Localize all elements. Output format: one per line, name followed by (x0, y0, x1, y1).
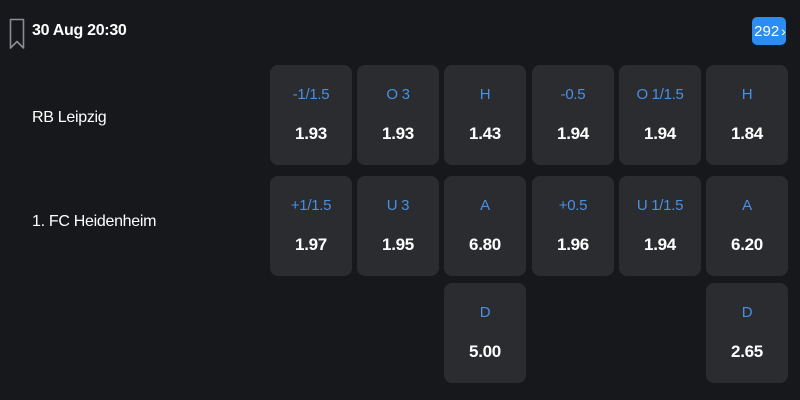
home-team-name: RB Leipzig (32, 109, 107, 126)
odds-value: 1.96 (557, 235, 589, 254)
odds-cell-under-total[interactable]: U 3 1.95 (357, 176, 439, 276)
more-markets-button[interactable]: 292 › (752, 17, 786, 45)
odds-cell-away-win-1h[interactable]: A 6.20 (706, 176, 788, 276)
odds-label: O 3 (386, 86, 410, 103)
bookmark-icon[interactable] (9, 18, 25, 50)
odds-label: -0.5 (560, 86, 586, 103)
odds-value: 1.94 (644, 124, 676, 143)
odds-label: A (480, 197, 490, 214)
odds-cell-away-win[interactable]: A 6.80 (444, 176, 526, 276)
odds-cell-home-win[interactable]: H 1.43 (444, 65, 526, 165)
odds-cell-draw[interactable]: D 5.00 (444, 283, 526, 383)
odds-value: 6.80 (469, 235, 501, 254)
odds-label: +1/1.5 (290, 197, 332, 214)
odds-label: U 3 (386, 197, 410, 214)
odds-cell-over-total[interactable]: O 3 1.93 (357, 65, 439, 165)
odds-value: 6.20 (731, 235, 763, 254)
odds-cell-home-handicap-1h[interactable]: -0.5 1.94 (532, 65, 614, 165)
odds-label: -1/1.5 (292, 86, 330, 103)
odds-label: H (479, 86, 491, 103)
odds-label: O 1/1.5 (636, 86, 684, 103)
odds-cell-away-handicap[interactable]: +1/1.5 1.97 (270, 176, 352, 276)
odds-value: 1.94 (557, 124, 589, 143)
match-datetime: 30 Aug 20:30 (32, 22, 127, 39)
chevron-right-icon: › (781, 23, 786, 39)
odds-cell-draw-1h[interactable]: D 2.65 (706, 283, 788, 383)
odds-label: H (741, 86, 753, 103)
odds-label: D (741, 304, 753, 321)
away-team-name: 1. FC Heidenheim (32, 213, 157, 230)
odds-cell-home-handicap[interactable]: -1/1.5 1.93 (270, 65, 352, 165)
odds-cell-home-win-1h[interactable]: H 1.84 (706, 65, 788, 165)
odds-value: 1.93 (295, 124, 327, 143)
odds-label: A (742, 197, 752, 214)
odds-value: 2.65 (731, 342, 763, 361)
odds-cell-away-handicap-1h[interactable]: +0.5 1.96 (532, 176, 614, 276)
odds-value: 1.43 (469, 124, 501, 143)
odds-label: +0.5 (558, 197, 588, 214)
odds-value: 1.84 (731, 124, 763, 143)
odds-label: U 1/1.5 (636, 197, 684, 214)
odds-value: 1.95 (382, 235, 414, 254)
odds-label: D (479, 304, 491, 321)
odds-value: 1.93 (382, 124, 414, 143)
odds-cell-under-total-1h[interactable]: U 1/1.5 1.94 (619, 176, 701, 276)
odds-cell-over-total-1h[interactable]: O 1/1.5 1.94 (619, 65, 701, 165)
odds-value: 1.94 (644, 235, 676, 254)
more-markets-count: 292 (754, 22, 780, 40)
odds-value: 5.00 (469, 342, 501, 361)
odds-value: 1.97 (295, 235, 327, 254)
